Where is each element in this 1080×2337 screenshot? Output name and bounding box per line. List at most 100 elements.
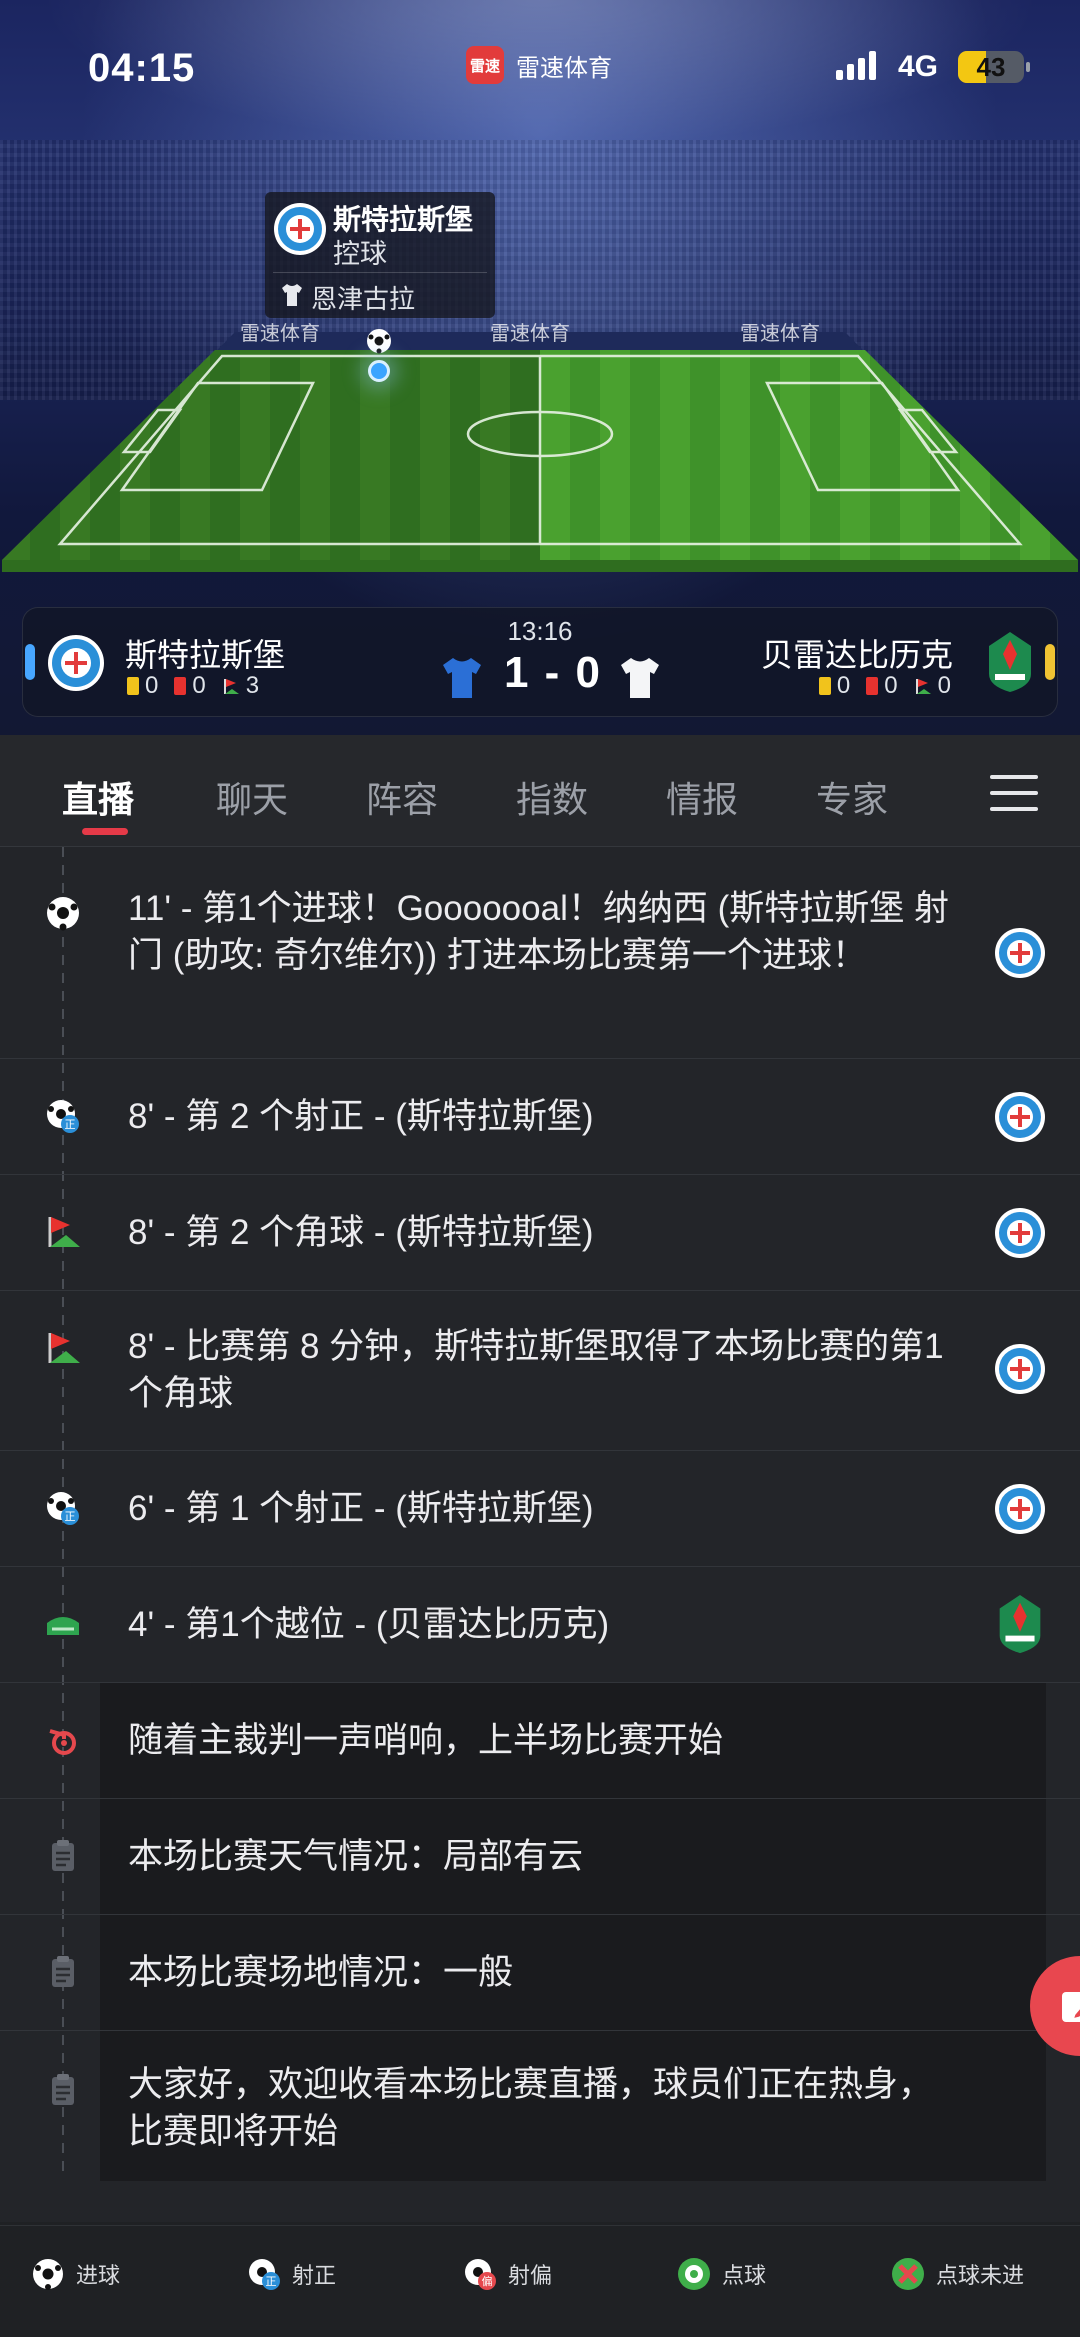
pitch: 雷速体育 雷速体育 雷速体育 xyxy=(0,310,1080,580)
away-team-stats: 0 0 0 xyxy=(818,672,951,700)
event-row: 随着主裁判一声哨响，上半场比赛开始 xyxy=(0,1683,1080,1799)
event-row: 11' - 第1个进球！Gooooooal！纳纳西 (斯特拉斯堡 射门 (助攻:… xyxy=(0,847,1080,1059)
clipboard-icon xyxy=(52,2074,74,2105)
match-hero: 04:15 雷速 雷速体育 4G 43 雷速体育 雷速体育 雷速体育 斯特拉斯堡… xyxy=(0,0,1080,735)
yellow-card-icon xyxy=(127,677,139,695)
app-name: 雷速体育 xyxy=(516,54,612,82)
event-row: 本场比赛天气情况：局部有云 xyxy=(0,1799,1080,1915)
penalty-icon xyxy=(678,2258,710,2290)
legend-penalty-label: 点球 xyxy=(722,2263,767,2288)
event-legend: 进球 正 射正 偏 射偏 点球 点球未进 xyxy=(0,2225,1080,2337)
event-row: 8' - 比赛第 8 分钟，斯特拉斯堡取得了本场比赛的第1个角球 xyxy=(0,1291,1080,1451)
event-text: 11' - 第1个进球！Gooooooal！纳纳西 (斯特拉斯堡 射门 (助攻:… xyxy=(128,889,949,975)
home-team-logo-icon xyxy=(274,203,326,255)
legend-goal: 进球 xyxy=(30,2256,120,2292)
yellow-card-icon xyxy=(818,677,831,695)
legend-shot-on-target: 正 射正 xyxy=(246,2256,336,2292)
home-yellow-count: 0 xyxy=(145,672,159,699)
menu-icon[interactable] xyxy=(990,775,1038,813)
live-event-feed[interactable]: 11' - 第1个进球！Gooooooal！纳纳西 (斯特拉斯堡 射门 (助攻:… xyxy=(0,847,1080,2222)
event-text: 8' - 第 2 个射正 - (斯特拉斯堡) xyxy=(128,1097,594,1136)
network-type: 4G xyxy=(898,50,939,83)
offside-icon xyxy=(47,1617,79,1635)
shot-on-target-icon: 正 xyxy=(47,1492,79,1525)
legend-shot-off-target-label: 射偏 xyxy=(508,2263,553,2288)
possession-player: 恩津古拉 xyxy=(311,284,416,314)
tab-intel[interactable]: 情报 xyxy=(666,771,738,823)
corner-icon xyxy=(915,679,931,694)
shot-off-target-icon: 偏 xyxy=(465,2259,496,2290)
clipboard-icon xyxy=(52,1840,74,1871)
ball-position-marker xyxy=(368,360,390,382)
whistle-icon xyxy=(49,1729,76,1755)
edit-icon xyxy=(1062,1992,1080,2023)
legend-penalty-missed-label: 点球未进 xyxy=(936,2263,1025,2288)
away-team-logo-icon[interactable] xyxy=(985,630,1035,694)
away-color-marker xyxy=(1045,644,1055,680)
tab-live[interactable]: 直播 xyxy=(62,771,134,823)
goal-icon xyxy=(47,897,79,931)
clock: 04:15 xyxy=(88,46,196,90)
event-row: 8' - 第 2 个角球 - (斯特拉斯堡) xyxy=(0,1175,1080,1291)
event-text: 8' - 比赛第 8 分钟，斯特拉斯堡取得了本场比赛的第1个角球 xyxy=(128,1327,944,1413)
home-team-logo-icon xyxy=(995,1484,1045,1534)
event-row: 正 8' - 第 2 个射正 - (斯特拉斯堡) xyxy=(0,1059,1080,1175)
event-row: 大家好，欢迎收看本场比赛直播，球员们正在热身，比赛即将开始 xyxy=(0,2031,1080,2181)
home-team-logo-icon xyxy=(995,1208,1045,1258)
scoreboard: 斯特拉斯堡 0 0 3 13:16 1 - 0 贝雷达比历克 0 0 0 xyxy=(22,607,1058,717)
event-text: 本场比赛场地情况：一般 xyxy=(128,1953,514,1992)
goal-icon xyxy=(33,2259,63,2290)
home-corner-count: 3 xyxy=(245,672,260,699)
tab-experts[interactable]: 专家 xyxy=(816,771,888,823)
tab-chat[interactable]: 聊天 xyxy=(216,771,288,823)
ad-board-1: 雷速体育 xyxy=(240,322,320,345)
event-text: 随着主裁判一声哨响，上半场比赛开始 xyxy=(128,1721,724,1760)
battery-level: 43 xyxy=(976,52,1006,82)
home-team-logo-icon xyxy=(995,928,1045,978)
away-kit-icon xyxy=(621,658,659,698)
legend-goal-label: 进球 xyxy=(76,2263,121,2288)
away-team-name[interactable]: 贝雷达比历克 xyxy=(761,630,953,676)
legend-penalty-missed: 点球未进 xyxy=(890,2256,1024,2292)
tab-odds[interactable]: 指数 xyxy=(516,771,588,823)
svg-text:正: 正 xyxy=(266,2275,277,2288)
legend-shot-off-target: 偏 射偏 xyxy=(462,2256,552,2292)
battery-icon: 43 xyxy=(958,51,1024,83)
ad-board-3: 雷速体育 xyxy=(740,322,820,345)
away-corner-count: 0 xyxy=(937,672,951,699)
home-team-logo-icon xyxy=(995,1092,1045,1142)
scoreline: 1 - 0 xyxy=(503,648,603,697)
svg-text:偏: 偏 xyxy=(482,2274,493,2288)
shirt-icon xyxy=(282,284,302,306)
home-red-count: 0 xyxy=(192,672,206,699)
app-logo-icon: 雷速 xyxy=(466,46,504,84)
signal-icon xyxy=(836,50,876,80)
svg-text:正: 正 xyxy=(65,1118,76,1131)
corner-flag-icon xyxy=(48,1217,80,1247)
event-row: 正 6' - 第 1 个射正 - (斯特拉斯堡) xyxy=(0,1451,1080,1567)
away-red-count: 0 xyxy=(884,672,898,699)
svg-text:正: 正 xyxy=(65,1510,76,1523)
tab-lineup[interactable]: 阵容 xyxy=(366,771,438,823)
red-card-icon xyxy=(174,677,187,695)
corner-icon xyxy=(223,679,239,694)
away-team-logo-icon xyxy=(999,1594,1041,1654)
event-text: 4' - 第1个越位 - (贝雷达比历克) xyxy=(128,1605,610,1644)
possession-card: 斯特拉斯堡 控球 恩津古拉 xyxy=(265,192,495,318)
possession-state: 控球 xyxy=(333,239,387,269)
event-row: 本场比赛场地情况：一般 xyxy=(0,1915,1080,2031)
penalty-missed-icon xyxy=(892,2258,924,2290)
legend-penalty: 点球 xyxy=(676,2256,766,2292)
event-row: 4' - 第1个越位 - (贝雷达比历克) xyxy=(0,1567,1080,1683)
home-team-stats: 0 0 3 xyxy=(127,672,259,700)
shot-on-target-icon: 正 xyxy=(47,1100,79,1133)
status-bar: 04:15 雷速 雷速体育 4G 43 xyxy=(0,44,1080,94)
away-yellow-count: 0 xyxy=(836,672,851,699)
corner-flag-icon xyxy=(48,1333,80,1363)
event-text: 8' - 第 2 个角球 - (斯特拉斯堡) xyxy=(128,1213,594,1252)
active-tab-indicator xyxy=(82,828,128,835)
tab-bar: 直播 聊天 阵容 指数 情报 专家 xyxy=(0,735,1080,847)
home-color-marker xyxy=(25,644,35,680)
event-text: 大家好，欢迎收看本场比赛直播，球员们正在热身，比赛即将开始 xyxy=(128,2065,934,2151)
app-indicator: 雷速 雷速体育 xyxy=(466,46,612,84)
